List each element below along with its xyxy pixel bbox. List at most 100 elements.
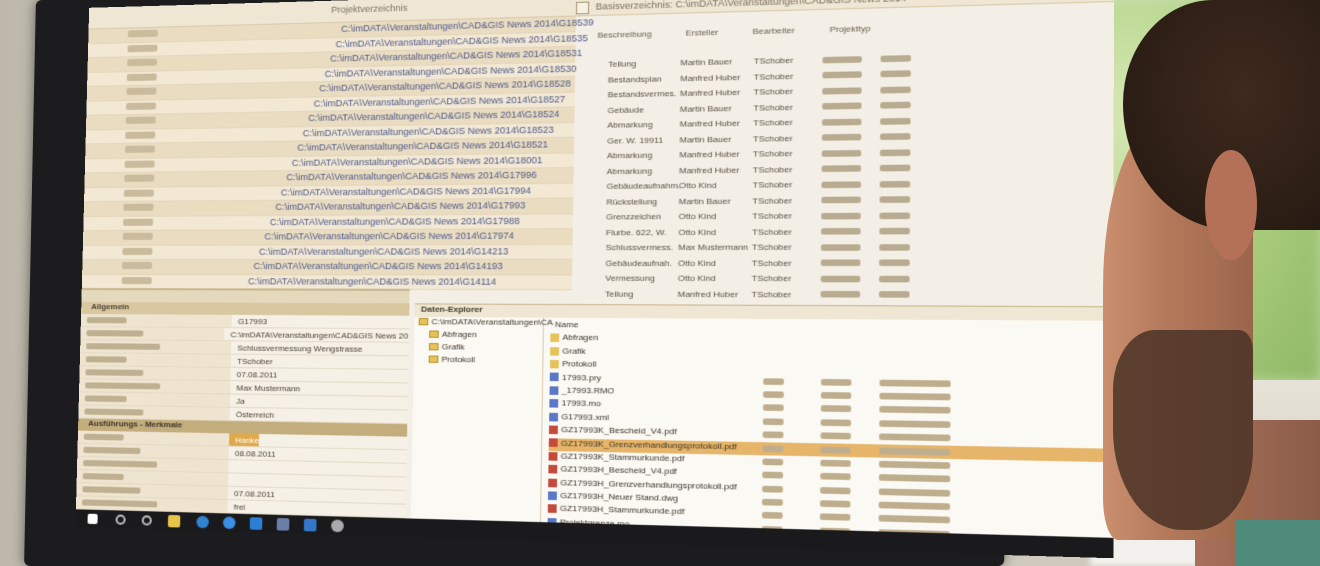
tree-root[interactable]: C:\imDATA\Veranstaltungen\CA <box>414 317 553 330</box>
app3-icon[interactable] <box>303 518 317 532</box>
ie-icon[interactable] <box>249 517 263 530</box>
row-id <box>122 247 153 255</box>
cell <box>821 226 911 242</box>
property-value[interactable]: Schlussvermessung Wengstrasse <box>231 341 362 355</box>
cell <box>820 274 910 290</box>
row-id <box>127 44 158 52</box>
person-beard <box>1113 330 1253 530</box>
cell: Manfred Huber <box>677 288 739 299</box>
cell: TSchober <box>753 86 794 97</box>
row-path: C:\imDATA\Veranstaltungen\CAD&GIS News 2… <box>308 108 560 124</box>
extra-columns <box>820 53 912 337</box>
screen: Projektverzeichnis Basisverzeichnis: C:\… <box>75 0 1114 559</box>
row-path: C:\imDATA\Veranstaltungen\CAD&GIS News 2… <box>258 245 509 257</box>
property-value[interactable]: Ja <box>230 394 245 407</box>
project-list: C:\imDATA\Veranstaltungen\CAD&GIS News 2… <box>81 16 594 291</box>
file-icon <box>550 346 560 356</box>
folder-icon <box>428 355 439 364</box>
row-id <box>125 130 156 139</box>
table-row[interactable]: C:\imDATA\Veranstaltungen\CAD&GIS News 2… <box>82 229 573 246</box>
edge-icon[interactable] <box>222 516 236 530</box>
app2-icon[interactable] <box>276 517 290 531</box>
search-icon[interactable] <box>115 514 126 525</box>
cell <box>820 258 911 274</box>
property-value[interactable]: Österreich <box>230 408 274 421</box>
cell: TSchober <box>753 102 793 113</box>
cell: Manfred Huber <box>679 164 740 175</box>
cell <box>821 210 911 226</box>
app-icon[interactable] <box>196 515 209 529</box>
row-id <box>124 174 155 182</box>
cell: Otto Kind <box>677 273 716 284</box>
cell: TSchober <box>751 289 792 299</box>
tree-item[interactable]: Grafik <box>414 342 543 356</box>
tree-item[interactable]: Abfragen <box>414 329 543 343</box>
row-path: C:\imDATA\Veranstaltungen\CAD&GIS News 2… <box>253 260 503 272</box>
row-id <box>124 145 156 153</box>
col-header-description[interactable]: Beschreibung <box>597 29 651 40</box>
property-value[interactable]: C:\imDATA\Veranstaltungen\CAD&GIS News 2… <box>224 328 409 342</box>
table-row[interactable]: C:\imDATA\Veranstaltungen\CAD&GIS News 2… <box>82 259 573 275</box>
file-icon <box>548 438 558 448</box>
col-header-creator[interactable]: Ersteller <box>685 28 718 38</box>
cortana-icon[interactable] <box>141 515 152 526</box>
data-explorer: Daten-Explorer C:\imDATA\Veranstaltungen… <box>410 303 1114 559</box>
property-value[interactable] <box>228 473 234 485</box>
property-value[interactable]: Hanke <box>228 433 260 447</box>
creator-column: Martin Bauer Manfred Huber Manfred Huber Ma… <box>677 56 750 336</box>
row-id <box>124 160 155 168</box>
row-path: C:\imDATA\Veranstaltungen\CAD&GIS News 2… <box>247 275 497 287</box>
base-directory-label: Basisverzeichnis: C:\imDATA\Veranstaltun… <box>595 0 907 12</box>
row-path: C:\imDATA\Veranstaltungen\CAD&GIS News 2… <box>275 199 526 212</box>
cell: Martin Bauer <box>678 195 731 206</box>
row-id <box>123 203 154 211</box>
cell: Gebäudeaufnahm. <box>606 180 681 191</box>
cell: Manfred Huber <box>679 118 740 129</box>
row-id <box>123 189 154 197</box>
property-value[interactable]: G17993 <box>232 315 268 327</box>
col-header-type[interactable]: Projekttyp <box>829 24 870 35</box>
cell <box>821 195 911 211</box>
cell: Gebäudeaufnah. <box>605 258 673 268</box>
col-header-editor[interactable]: Bearbeiter <box>753 26 795 37</box>
property-value[interactable]: 08.08.2011 <box>229 447 276 460</box>
file-icon <box>548 478 558 487</box>
app4-icon[interactable] <box>331 519 344 533</box>
row-id <box>126 87 157 96</box>
row-id <box>122 232 153 240</box>
cell: Otto Kind <box>678 211 717 222</box>
property-key <box>80 340 232 354</box>
row-id <box>121 276 152 284</box>
row-path: C:\imDATA\Veranstaltungen\CAD&GIS News 2… <box>302 123 554 138</box>
property-value[interactable]: 07.08.2011 <box>230 368 278 381</box>
person-ear <box>1205 150 1257 260</box>
person-shirt <box>1235 520 1320 566</box>
property-value[interactable]: 07.08.2011 <box>228 487 275 501</box>
row-id <box>126 73 157 81</box>
property-value[interactable]: Max Mustermann <box>230 381 300 394</box>
cell: TSchober <box>751 273 792 284</box>
file-list: Name Abfragen Grafik Protokoll 17993.pry _17… <box>547 320 1109 559</box>
table-row[interactable]: C:\imDATA\Veranstaltungen\CAD&GIS News 2… <box>82 244 573 261</box>
cell: TSchober <box>753 117 793 128</box>
cell: Abmarkung <box>606 165 653 176</box>
cell <box>821 116 911 133</box>
cell <box>822 69 912 86</box>
cell <box>821 179 911 195</box>
row-id <box>127 58 158 67</box>
explorer-icon[interactable] <box>167 514 181 528</box>
cell: Teilung <box>608 58 637 70</box>
base-directory-checkbox[interactable] <box>575 1 590 15</box>
property-value[interactable] <box>228 460 234 472</box>
start-icon[interactable] <box>87 513 98 525</box>
tree-item[interactable]: Protokoll <box>414 354 543 368</box>
person <box>1095 0 1320 566</box>
property-key <box>79 366 231 381</box>
cell: Bestandsvermes. <box>607 88 677 100</box>
property-value[interactable]: frei <box>227 500 246 513</box>
cell: Grenzzeichen <box>606 211 662 222</box>
cell <box>821 147 911 164</box>
cell: Otto Kind <box>677 257 716 268</box>
property-value[interactable]: TSchober <box>231 355 273 368</box>
cell: Manfred Huber <box>680 72 741 83</box>
